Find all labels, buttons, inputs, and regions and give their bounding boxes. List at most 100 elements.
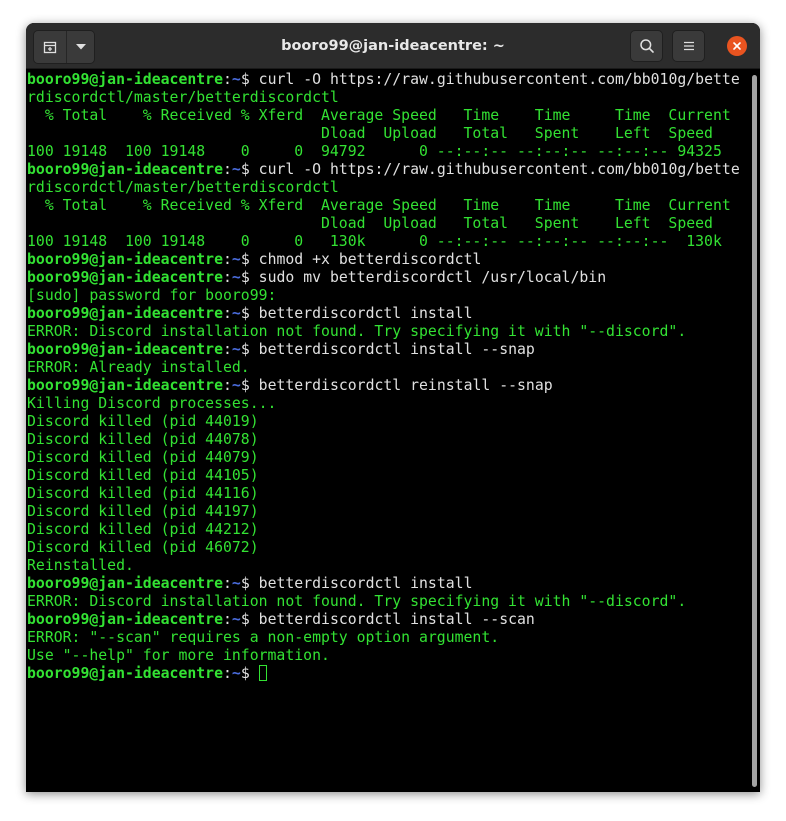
search-icon xyxy=(639,39,654,53)
prompt-path: ~ xyxy=(231,71,241,88)
prompt-line: booro99@jan-ideacentre:~$ betterdiscordc… xyxy=(27,575,749,593)
tab-button-group xyxy=(33,30,95,64)
scrollbar-thumb[interactable] xyxy=(752,75,757,787)
prompt-separator: : xyxy=(223,251,232,268)
close-button[interactable] xyxy=(727,36,747,56)
output-text: rdiscordctl/master/betterdiscordctl xyxy=(27,89,339,106)
prompt-separator: : xyxy=(223,377,232,394)
prompt-separator: : xyxy=(223,305,232,322)
prompt-line: booro99@jan-ideacentre:~$ curl -O https:… xyxy=(27,71,749,89)
prompt-path: ~ xyxy=(231,575,241,592)
command-text: betterdiscordctl reinstall --snap xyxy=(258,377,553,394)
terminal-output[interactable]: booro99@jan-ideacentre:~$ curl -O https:… xyxy=(27,71,749,792)
prompt-path: ~ xyxy=(231,161,241,178)
menu-button[interactable] xyxy=(672,30,705,62)
prompt-symbol: $ xyxy=(240,377,259,394)
output-text: Dload Upload Total Spent Left Speed xyxy=(27,215,713,232)
prompt-line: booro99@jan-ideacentre:~$ sudo mv better… xyxy=(27,269,749,287)
prompt-user-host: booro99@jan-ideacentre xyxy=(27,611,223,628)
output-text: Discord killed (pid 44116) xyxy=(27,485,259,502)
output-line: rdiscordctl/master/betterdiscordctl xyxy=(27,89,749,107)
prompt-symbol: $ xyxy=(240,71,259,88)
text-cursor xyxy=(258,665,267,681)
prompt-path: ~ xyxy=(231,251,241,268)
output-line: 100 19148 100 19148 0 0 94792 0 --:--:--… xyxy=(27,143,749,161)
output-line: % Total % Received % Xferd Average Speed… xyxy=(27,107,749,125)
prompt-line: booro99@jan-ideacentre:~$ chmod +x bette… xyxy=(27,251,749,269)
output-line: Reinstalled. xyxy=(27,557,749,575)
prompt-separator: : xyxy=(223,71,232,88)
output-line: ERROR: Already installed. xyxy=(27,359,749,377)
output-text: ERROR: Discord installation not found. T… xyxy=(27,323,687,340)
output-text: Discord killed (pid 44105) xyxy=(27,467,259,484)
prompt-symbol: $ xyxy=(240,251,259,268)
prompt-line: booro99@jan-ideacentre:~$ betterdiscordc… xyxy=(27,341,749,359)
prompt-symbol: $ xyxy=(240,305,259,322)
prompt-path: ~ xyxy=(231,377,241,394)
prompt-user-host: booro99@jan-ideacentre xyxy=(27,269,223,286)
output-line: 100 19148 100 19148 0 0 130k 0 --:--:-- … xyxy=(27,233,749,251)
prompt-symbol: $ xyxy=(240,575,259,592)
output-line: Dload Upload Total Spent Left Speed xyxy=(27,215,749,233)
new-tab-icon xyxy=(43,41,57,54)
prompt-symbol: $ xyxy=(240,611,259,628)
prompt-user-host: booro99@jan-ideacentre xyxy=(27,251,223,268)
chevron-down-icon xyxy=(75,44,86,50)
output-text: Use "--help" for more information. xyxy=(27,647,330,664)
prompt-separator: : xyxy=(223,269,232,286)
output-line: [sudo] password for booro99: xyxy=(27,287,749,305)
prompt-user-host: booro99@jan-ideacentre xyxy=(27,71,223,88)
output-text: Discord killed (pid 44197) xyxy=(27,503,259,520)
output-line: rdiscordctl/master/betterdiscordctl xyxy=(27,179,749,197)
close-icon xyxy=(733,42,741,50)
command-text: betterdiscordctl install --scan xyxy=(258,611,535,628)
command-text: betterdiscordctl install xyxy=(258,575,473,592)
output-line: Discord killed (pid 44019) xyxy=(27,413,749,431)
prompt-path: ~ xyxy=(231,611,241,628)
prompt-user-host: booro99@jan-ideacentre xyxy=(27,341,223,358)
output-line: Discord killed (pid 44105) xyxy=(27,467,749,485)
output-text: Discord killed (pid 46072) xyxy=(27,539,259,556)
output-text: ERROR: "--scan" requires a non-empty opt… xyxy=(27,629,500,646)
prompt-symbol: $ xyxy=(240,269,259,286)
search-button[interactable] xyxy=(630,30,663,62)
output-line: Discord killed (pid 44116) xyxy=(27,485,749,503)
output-line: ERROR: "--scan" requires a non-empty opt… xyxy=(27,629,749,647)
output-line: Discord killed (pid 44078) xyxy=(27,431,749,449)
prompt-line: booro99@jan-ideacentre:~$ xyxy=(27,665,749,683)
output-text: ERROR: Already installed. xyxy=(27,359,250,376)
output-line: Discord killed (pid 46072) xyxy=(27,539,749,557)
command-text: betterdiscordctl install --snap xyxy=(258,341,535,358)
terminal-window: booro99@jan-ideacentre: ~ booro99@jan-id… xyxy=(26,23,760,792)
output-line: ERROR: Discord installation not found. T… xyxy=(27,593,749,611)
tab-dropdown-button[interactable] xyxy=(67,31,94,63)
command-text: curl -O https://raw.githubusercontent.co… xyxy=(258,71,740,88)
output-line: Discord killed (pid 44079) xyxy=(27,449,749,467)
output-text: 100 19148 100 19148 0 0 130k 0 --:--:-- … xyxy=(27,233,722,250)
prompt-separator: : xyxy=(223,611,232,628)
window-title: booro99@jan-ideacentre: ~ xyxy=(281,38,505,54)
prompt-separator: : xyxy=(223,161,232,178)
output-text: % Total % Received % Xferd Average Speed… xyxy=(27,107,731,124)
title-bar: booro99@jan-ideacentre: ~ xyxy=(26,23,760,69)
output-text: Discord killed (pid 44079) xyxy=(27,449,259,466)
output-text: Discord killed (pid 44212) xyxy=(27,521,259,538)
prompt-path: ~ xyxy=(231,269,241,286)
output-text: % Total % Received % Xferd Average Speed… xyxy=(27,197,731,214)
prompt-user-host: booro99@jan-ideacentre xyxy=(27,665,223,682)
output-text: rdiscordctl/master/betterdiscordctl xyxy=(27,179,339,196)
prompt-path: ~ xyxy=(231,665,241,682)
prompt-separator: : xyxy=(223,341,232,358)
command-text: betterdiscordctl install xyxy=(258,305,473,322)
output-line: Use "--help" for more information. xyxy=(27,647,749,665)
new-tab-button[interactable] xyxy=(34,31,67,63)
scrollbar[interactable] xyxy=(749,71,760,792)
output-line: % Total % Received % Xferd Average Speed… xyxy=(27,197,749,215)
prompt-user-host: booro99@jan-ideacentre xyxy=(27,305,223,322)
output-text: Reinstalled. xyxy=(27,557,134,574)
prompt-line: booro99@jan-ideacentre:~$ curl -O https:… xyxy=(27,161,749,179)
prompt-separator: : xyxy=(223,575,232,592)
output-line: Discord killed (pid 44197) xyxy=(27,503,749,521)
prompt-user-host: booro99@jan-ideacentre xyxy=(27,161,223,178)
output-text: ERROR: Discord installation not found. T… xyxy=(27,593,687,610)
